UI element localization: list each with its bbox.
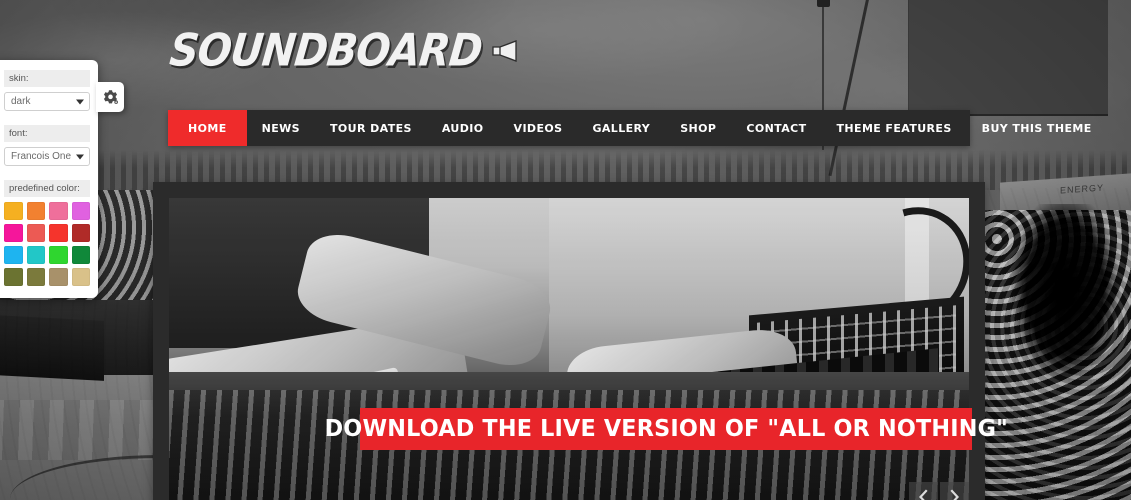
color-swatch-8[interactable] bbox=[71, 224, 90, 242]
color-swatch-9[interactable] bbox=[4, 246, 23, 264]
chevron-left-icon bbox=[919, 489, 928, 500]
nav-item-videos[interactable]: VIDEOS bbox=[499, 110, 578, 146]
style-switcher-panel: skin: dark font: Francois One predefined… bbox=[0, 60, 124, 298]
color-swatch-1[interactable] bbox=[4, 202, 23, 220]
color-swatch-grid bbox=[4, 202, 90, 286]
slider-controls bbox=[909, 482, 969, 500]
predefined-color-label: predefined color: bbox=[4, 180, 90, 197]
nav-item-audio[interactable]: AUDIO bbox=[427, 110, 499, 146]
skin-select[interactable]: dark bbox=[4, 92, 90, 111]
gear-icon bbox=[103, 89, 118, 104]
slide-image[interactable] bbox=[169, 198, 969, 500]
main-navigation: HOME NEWS TOUR DATES AUDIO VIDEOS GALLER… bbox=[168, 110, 1091, 146]
color-swatch-3[interactable] bbox=[49, 202, 68, 220]
color-swatch-11[interactable] bbox=[49, 246, 68, 264]
color-swatch-5[interactable] bbox=[4, 224, 23, 242]
page-root: ENERGY SOUNDBOARD HOME NEWS TOUR DATES A… bbox=[0, 0, 1131, 500]
color-swatch-10[interactable] bbox=[26, 246, 45, 264]
slider-prev-button[interactable] bbox=[909, 482, 938, 500]
slide-image-grade bbox=[169, 198, 969, 500]
color-swatch-2[interactable] bbox=[26, 202, 45, 220]
nav-item-news[interactable]: NEWS bbox=[247, 110, 315, 146]
slide-caption-banner[interactable]: DOWNLOAD THE LIVE VERSION OF "ALL OR NOT… bbox=[324, 408, 1008, 450]
nav-item-home[interactable]: HOME bbox=[168, 110, 247, 146]
font-label: font: bbox=[4, 125, 90, 142]
color-swatch-13[interactable] bbox=[4, 268, 23, 286]
chevron-down-icon bbox=[76, 154, 84, 159]
slider-next-button[interactable] bbox=[940, 482, 969, 500]
font-select[interactable]: Francois One bbox=[4, 147, 90, 166]
color-swatch-7[interactable] bbox=[49, 224, 68, 242]
color-swatch-6[interactable] bbox=[26, 224, 45, 242]
site-logo[interactable]: SOUNDBOARD bbox=[167, 25, 519, 77]
color-swatch-4[interactable] bbox=[71, 202, 90, 220]
nav-item-gallery[interactable]: GALLERY bbox=[577, 110, 665, 146]
color-swatch-12[interactable] bbox=[71, 246, 90, 264]
skin-label: skin: bbox=[4, 70, 90, 87]
chevron-down-icon bbox=[76, 99, 84, 104]
skin-select-value: dark bbox=[11, 96, 31, 107]
nav-item-contact[interactable]: CONTACT bbox=[731, 110, 821, 146]
color-swatch-14[interactable] bbox=[26, 268, 45, 286]
chevron-right-icon bbox=[950, 489, 959, 500]
nav-item-theme-features[interactable]: THEME FEATURES bbox=[822, 110, 967, 146]
color-swatch-16[interactable] bbox=[71, 268, 90, 286]
hero-slider: DOWNLOAD THE LIVE VERSION OF "ALL OR NOT… bbox=[153, 182, 1008, 500]
slide-caption-text: DOWNLOAD THE LIVE VERSION OF "ALL OR NOT… bbox=[324, 416, 1008, 442]
color-swatch-15[interactable] bbox=[49, 268, 68, 286]
nav-item-buy-this-theme[interactable]: BUY THIS THEME bbox=[967, 110, 1107, 146]
nav-item-shop[interactable]: SHOP bbox=[665, 110, 731, 146]
nav-item-tour-dates[interactable]: TOUR DATES bbox=[315, 110, 427, 146]
font-select-value: Francois One bbox=[11, 151, 72, 162]
logo-text: SOUNDBOARD bbox=[167, 25, 485, 77]
megaphone-icon bbox=[492, 40, 518, 62]
style-switcher-toggle[interactable] bbox=[96, 82, 124, 112]
